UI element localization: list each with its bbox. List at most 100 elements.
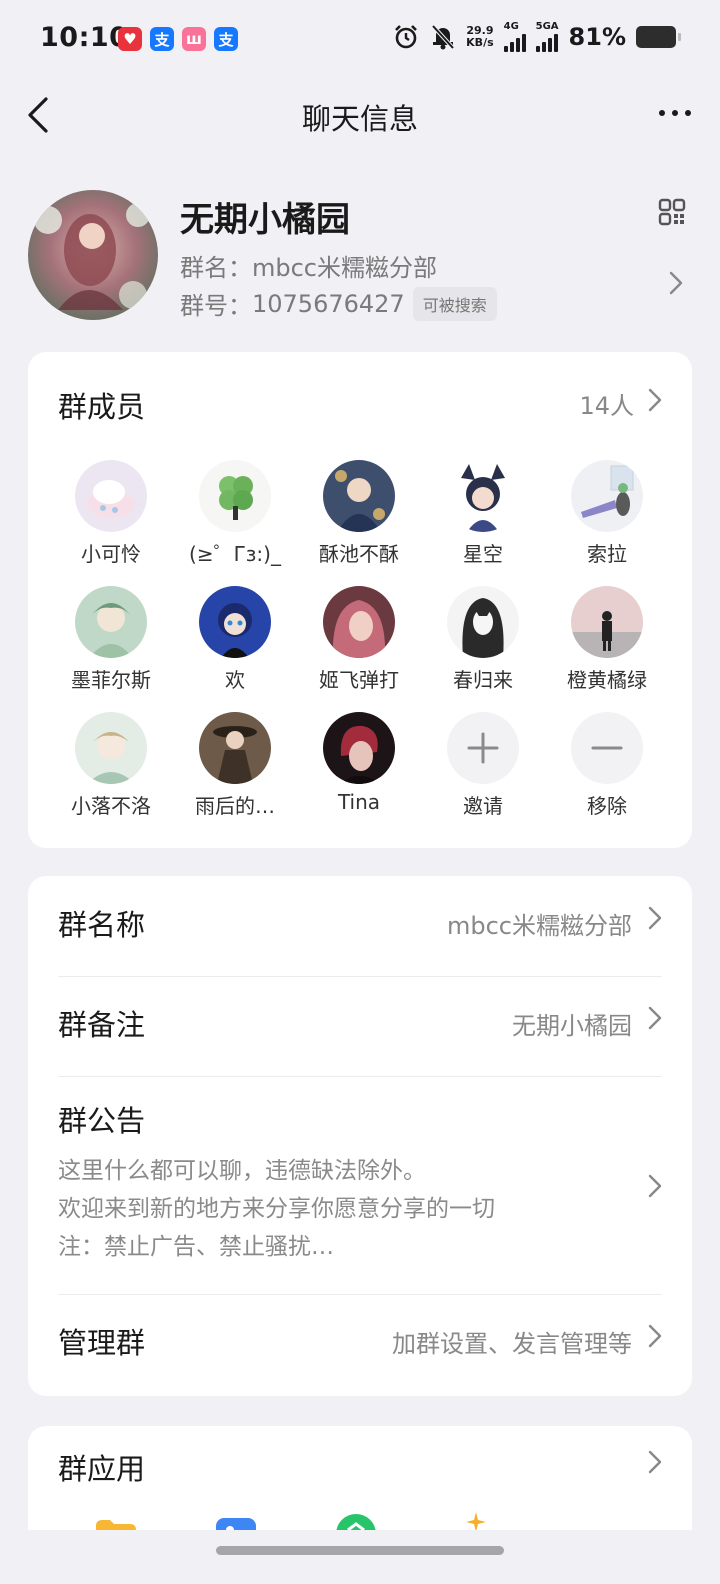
group-name-value: mbcc米糯糍分部 (252, 254, 438, 282)
searchable-badge: 可被搜索 (412, 286, 497, 321)
member-avatar[interactable] (199, 586, 271, 658)
members-title: 群成员 (58, 390, 146, 424)
member-item[interactable]: 小可怜 (49, 460, 173, 567)
member-avatar[interactable] (571, 460, 643, 532)
member-avatar[interactable] (323, 586, 395, 658)
network-speed: 29.9 KB/s (466, 25, 493, 49)
battery-percent: 81% (568, 23, 626, 51)
member-item[interactable]: (≥゜Гз:)_ (173, 460, 297, 567)
invite-label: 邀请 (463, 794, 503, 818)
group-name-label: 群名： (180, 254, 252, 282)
member-item[interactable]: 墨菲尔斯 (49, 586, 173, 693)
group-name-row[interactable]: 群名称 mbcc米糯糍分部 (58, 876, 662, 976)
plus-icon[interactable] (447, 712, 519, 784)
member-item[interactable]: 姬飞弹打 (297, 586, 421, 693)
member-avatar[interactable] (75, 712, 147, 784)
manage-group-label: 管理群 (58, 1326, 146, 1360)
remove-label: 移除 (587, 794, 627, 818)
alipay-icon: 支 (150, 27, 174, 51)
member-name: 雨后的… (195, 794, 275, 818)
net-type-2: 5GA (535, 21, 559, 32)
member-name: 墨菲尔斯 (71, 668, 151, 692)
member-name: 小落不洛 (71, 794, 151, 818)
group-profile-header[interactable]: 无期小橘园 群名：mbcc米糯糍分部 群号： 1075676427 可被搜索 (0, 188, 720, 323)
group-title: 无期小橘园 (180, 200, 350, 240)
battery-icon (636, 26, 681, 48)
member-avatar[interactable] (323, 460, 395, 532)
member-item[interactable]: 春归来 (421, 586, 545, 693)
member-item[interactable]: 欢 (173, 586, 297, 693)
chevron-right-icon (669, 271, 683, 295)
alarm-icon (395, 25, 418, 49)
chat-info-page: 10:10 ♥ 支 ш 支 29.9 KB/s 4G 5GA 81% 聊天信息 … (0, 0, 720, 1584)
group-notice-text: 这里什么都可以聊，违德缺法除外。 欢迎来到新的地方来分享你愿意分享的一切 注：禁… (58, 1152, 495, 1266)
bilibili-icon: ш (182, 27, 206, 51)
member-item[interactable]: 索拉 (545, 460, 669, 567)
chevron-right-icon (648, 1174, 662, 1198)
member-name: 欢 (225, 668, 245, 692)
manage-group-row[interactable]: 管理群 加群设置、发言管理等 (58, 1294, 662, 1394)
star-sparkle-icon[interactable] (466, 1512, 486, 1532)
member-item[interactable]: Tina (297, 712, 421, 814)
group-name-line: 群名：mbcc米糯糍分部 (180, 248, 437, 283)
page-title: 聊天信息 (301, 102, 418, 136)
speed-unit: KB/s (466, 36, 494, 49)
member-name: Tina (337, 790, 381, 814)
members-count[interactable]: 14人 (579, 386, 634, 421)
member-avatar[interactable] (75, 460, 147, 532)
more-options-icon[interactable] (652, 100, 698, 126)
status-indicators: 29.9 KB/s 4G 5GA 81% (392, 21, 681, 52)
chevron-right-icon (648, 1324, 662, 1348)
invite-member-button[interactable]: 邀请 (421, 712, 545, 819)
status-time: 10:10 (40, 22, 129, 53)
group-id-label: 群号： (180, 292, 252, 320)
mute-bell-icon (431, 24, 455, 50)
member-avatar[interactable] (447, 460, 519, 532)
member-name: 小可怜 (81, 542, 141, 566)
member-avatar[interactable] (199, 712, 271, 784)
notice-line: 欢迎来到新的地方来分享你愿意分享的一切 (58, 1196, 495, 1222)
group-remark-row[interactable]: 群备注 无期小橘园 (58, 976, 662, 1076)
member-avatar[interactable] (323, 712, 395, 784)
group-name-row-label: 群名称 (58, 908, 146, 942)
member-name: 酥池不酥 (319, 542, 399, 566)
home-indicator[interactable] (216, 1546, 504, 1555)
member-name: 橙黄橘绿 (567, 668, 647, 692)
member-name: 星空 (463, 542, 503, 566)
members-card: 群成员 14人 小可怜 (≥゜Гз:)_ 酥池不酥 星空 索拉 墨菲尔斯 欢 姬… (28, 352, 692, 848)
signal-bars-icon-2 (535, 32, 558, 52)
title-bar: 聊天信息 (0, 80, 720, 150)
heart-app-icon: ♥ (118, 27, 142, 51)
group-id-value: 1075676427 (252, 289, 405, 318)
member-item[interactable]: 橙黄橘绿 (545, 586, 669, 693)
member-name: 索拉 (587, 542, 627, 566)
member-item[interactable]: 小落不洛 (49, 712, 173, 819)
remove-member-button[interactable]: 移除 (545, 712, 669, 819)
member-avatar[interactable] (571, 586, 643, 658)
manage-group-value: 加群设置、发言管理等 (392, 1330, 632, 1358)
qr-code-icon[interactable] (658, 198, 686, 226)
group-avatar[interactable] (28, 190, 158, 320)
minus-icon[interactable] (571, 712, 643, 784)
alipay-icon-2: 支 (214, 27, 238, 51)
group-id-line: 群号： 1075676427 可被搜索 (180, 286, 497, 321)
members-chevron-icon[interactable] (648, 388, 662, 412)
net-type-1: 4G (503, 21, 519, 32)
chevron-right-icon[interactable] (648, 1450, 662, 1474)
navigation-bar (0, 1530, 720, 1584)
group-notice-label: 群公告 (58, 1104, 146, 1138)
member-item[interactable]: 雨后的… (173, 712, 297, 819)
group-remark-label: 群备注 (58, 1008, 146, 1042)
member-avatar[interactable] (199, 460, 271, 532)
member-item[interactable]: 酥池不酥 (297, 460, 421, 567)
notice-line: 注：禁止广告、禁止骚扰… (58, 1234, 334, 1260)
member-item[interactable]: 星空 (421, 460, 545, 567)
member-avatar[interactable] (75, 586, 147, 658)
chevron-right-icon (648, 1006, 662, 1030)
group-remark-value: 无期小橘园 (512, 1012, 632, 1040)
member-avatar[interactable] (447, 586, 519, 658)
group-name-row-value: mbcc米糯糍分部 (446, 912, 632, 940)
group-apps-title: 群应用 (58, 1452, 146, 1486)
member-name: (≥゜Гз:)_ (189, 542, 281, 566)
member-name: 姬飞弹打 (319, 668, 399, 692)
